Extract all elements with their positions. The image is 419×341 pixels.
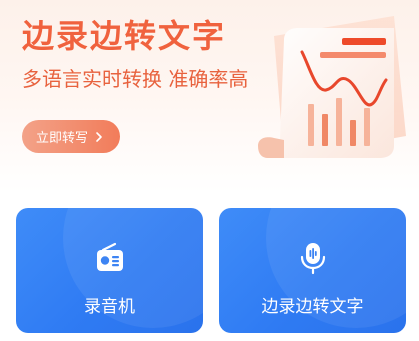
document-chart-illustration (258, 16, 406, 158)
microphone-icon (300, 243, 325, 275)
recorder-card[interactable]: 录音机 (16, 208, 203, 333)
start-transcribe-label: 立即转写 (35, 131, 88, 146)
promo-banner[interactable]: 边录边转文字 多语言实时转换 准确率高 立即转写 (0, 0, 419, 192)
chevron-right-icon (96, 131, 102, 142)
live-transcribe-card-label: 边录边转文字 (261, 297, 364, 317)
recorder-card-label: 录音机 (84, 297, 135, 317)
banner-subtitle: 多语言实时转换 准确率高 (22, 67, 249, 91)
start-transcribe-button[interactable]: 立即转写 (22, 120, 120, 153)
live-transcribe-card[interactable]: 边录边转文字 (219, 208, 406, 333)
radio-icon (96, 242, 123, 271)
banner-title: 边录边转文字 (22, 17, 227, 55)
